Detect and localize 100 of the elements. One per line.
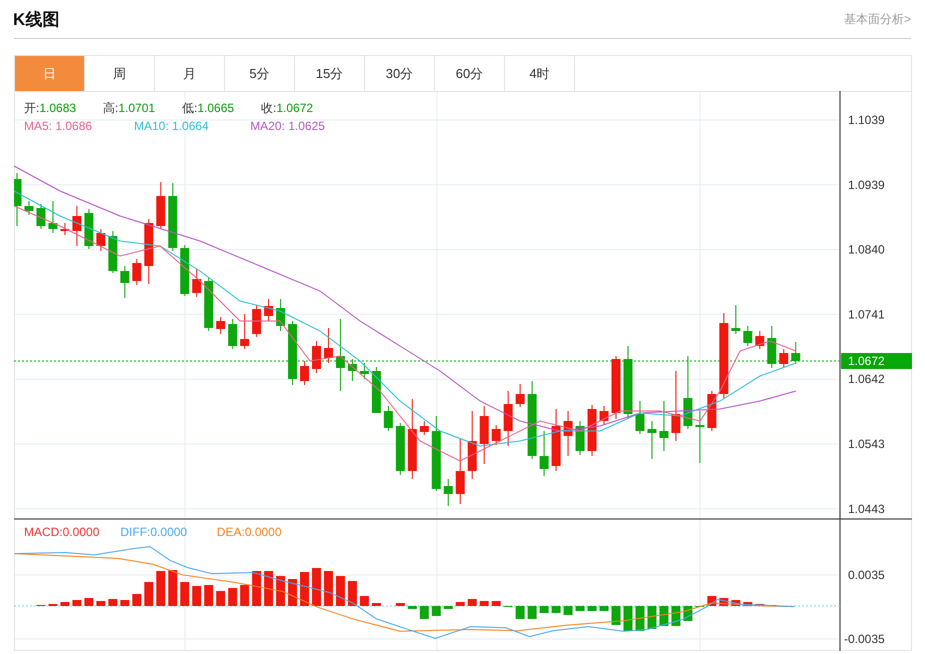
macd-bar — [180, 582, 190, 606]
candlestick — [84, 208, 94, 250]
price-axis-label: 1.0741 — [848, 307, 885, 322]
candlestick — [132, 258, 142, 286]
macd-bar — [72, 600, 82, 606]
macd-bar — [492, 601, 501, 606]
candlestick — [492, 424, 501, 446]
macd-reading: DEA:0.0000 — [216, 525, 282, 539]
macd-bar — [216, 591, 226, 606]
candlestick — [180, 244, 190, 296]
candlestick — [743, 326, 752, 346]
macd-bar — [156, 571, 166, 606]
macd-bar — [659, 606, 668, 626]
price-axis-label: 1.0939 — [848, 178, 885, 192]
candlestick — [420, 420, 429, 436]
macd-bar — [480, 601, 489, 606]
price-axis-label: 1.0543 — [848, 437, 885, 451]
price-axis-label: 1.1039 — [848, 113, 885, 127]
macd-bar — [576, 606, 585, 611]
candlestick — [312, 340, 321, 374]
candlestick — [276, 298, 286, 332]
macd-bar — [168, 570, 178, 606]
macd-bar — [60, 602, 70, 606]
macd-bar — [600, 606, 609, 611]
candlestick — [36, 204, 46, 230]
candlestick — [504, 390, 513, 446]
candlestick — [264, 298, 274, 322]
macd-bar — [204, 585, 214, 606]
candlestick — [671, 370, 680, 442]
candlestick — [216, 316, 226, 334]
candlestick — [731, 304, 740, 334]
quote-reading: 高:1.0701 — [103, 101, 156, 115]
candlestick — [300, 360, 310, 386]
candlestick — [635, 400, 644, 434]
macd-bar — [240, 585, 250, 606]
candlestick — [444, 478, 453, 506]
candlestick — [360, 362, 369, 380]
candlestick — [24, 200, 34, 216]
candlestick — [540, 430, 549, 476]
candlestick — [396, 422, 405, 476]
candlestick — [480, 406, 489, 464]
macd-bar — [312, 568, 321, 606]
price-axis-label: 1.0840 — [848, 242, 885, 257]
candlestick — [576, 420, 585, 456]
candlestick — [168, 182, 178, 252]
candlestick — [600, 406, 609, 426]
macd-bar — [120, 600, 130, 606]
candlestick — [48, 200, 58, 234]
macd-bar — [444, 606, 453, 609]
candlestick — [588, 404, 597, 456]
candlestick — [516, 384, 525, 408]
macd-bar — [360, 596, 369, 606]
macd-bar — [192, 586, 202, 606]
candlestick — [192, 268, 202, 298]
macd-bar — [623, 606, 632, 631]
macd-bar — [635, 606, 644, 631]
macd-bar — [468, 599, 477, 606]
macd-bar — [516, 606, 525, 619]
macd-bar — [552, 606, 561, 613]
current-price-tag — [841, 353, 912, 369]
macd-bar — [408, 606, 417, 609]
macd-bar — [96, 601, 106, 606]
candlestick — [72, 206, 82, 246]
macd-bar — [300, 572, 310, 606]
macd-reading: MACD:0.0000 — [24, 525, 100, 539]
macd-bar — [144, 582, 154, 606]
macd-bar — [743, 602, 752, 606]
candlestick — [228, 318, 238, 350]
moving-average-reading: MA10: 1.0664 — [134, 119, 209, 133]
candlestick — [695, 410, 704, 464]
macd-bar — [372, 603, 381, 606]
candlestick — [156, 182, 166, 230]
macd-bar — [84, 598, 94, 606]
macd-bar — [132, 594, 142, 606]
macd-bar — [588, 606, 597, 611]
moving-average-reading: MA20: 1.0625 — [250, 119, 325, 133]
candlestick — [647, 420, 656, 460]
macd-axis-label: -0.0035 — [844, 632, 885, 646]
macd-bar — [108, 599, 118, 606]
candlestick — [779, 348, 788, 368]
macd-axis-label: 0.0035 — [848, 568, 885, 582]
candlestick — [552, 408, 561, 472]
candlestick — [120, 266, 130, 298]
current-price-label: 1.0672 — [848, 354, 885, 368]
candlestick — [612, 356, 620, 420]
candlestick — [204, 276, 214, 332]
moving-average-reading: MA5: 1.0686 — [24, 119, 92, 133]
macd-bar — [336, 576, 345, 606]
quote-reading: 开:1.0683 — [24, 101, 76, 115]
macd-bar — [564, 606, 573, 615]
macd-reading: DIFF:0.0000 — [120, 525, 188, 539]
page-title: K线图 — [13, 8, 60, 30]
candlestick — [372, 366, 381, 413]
candlestick — [755, 330, 764, 350]
candlestick — [564, 410, 573, 456]
macd-bar — [264, 571, 274, 606]
price-axis-label: 1.0642 — [848, 372, 885, 386]
macd-bar — [276, 576, 286, 606]
candlestick — [14, 172, 22, 226]
macd-bar — [432, 606, 441, 616]
